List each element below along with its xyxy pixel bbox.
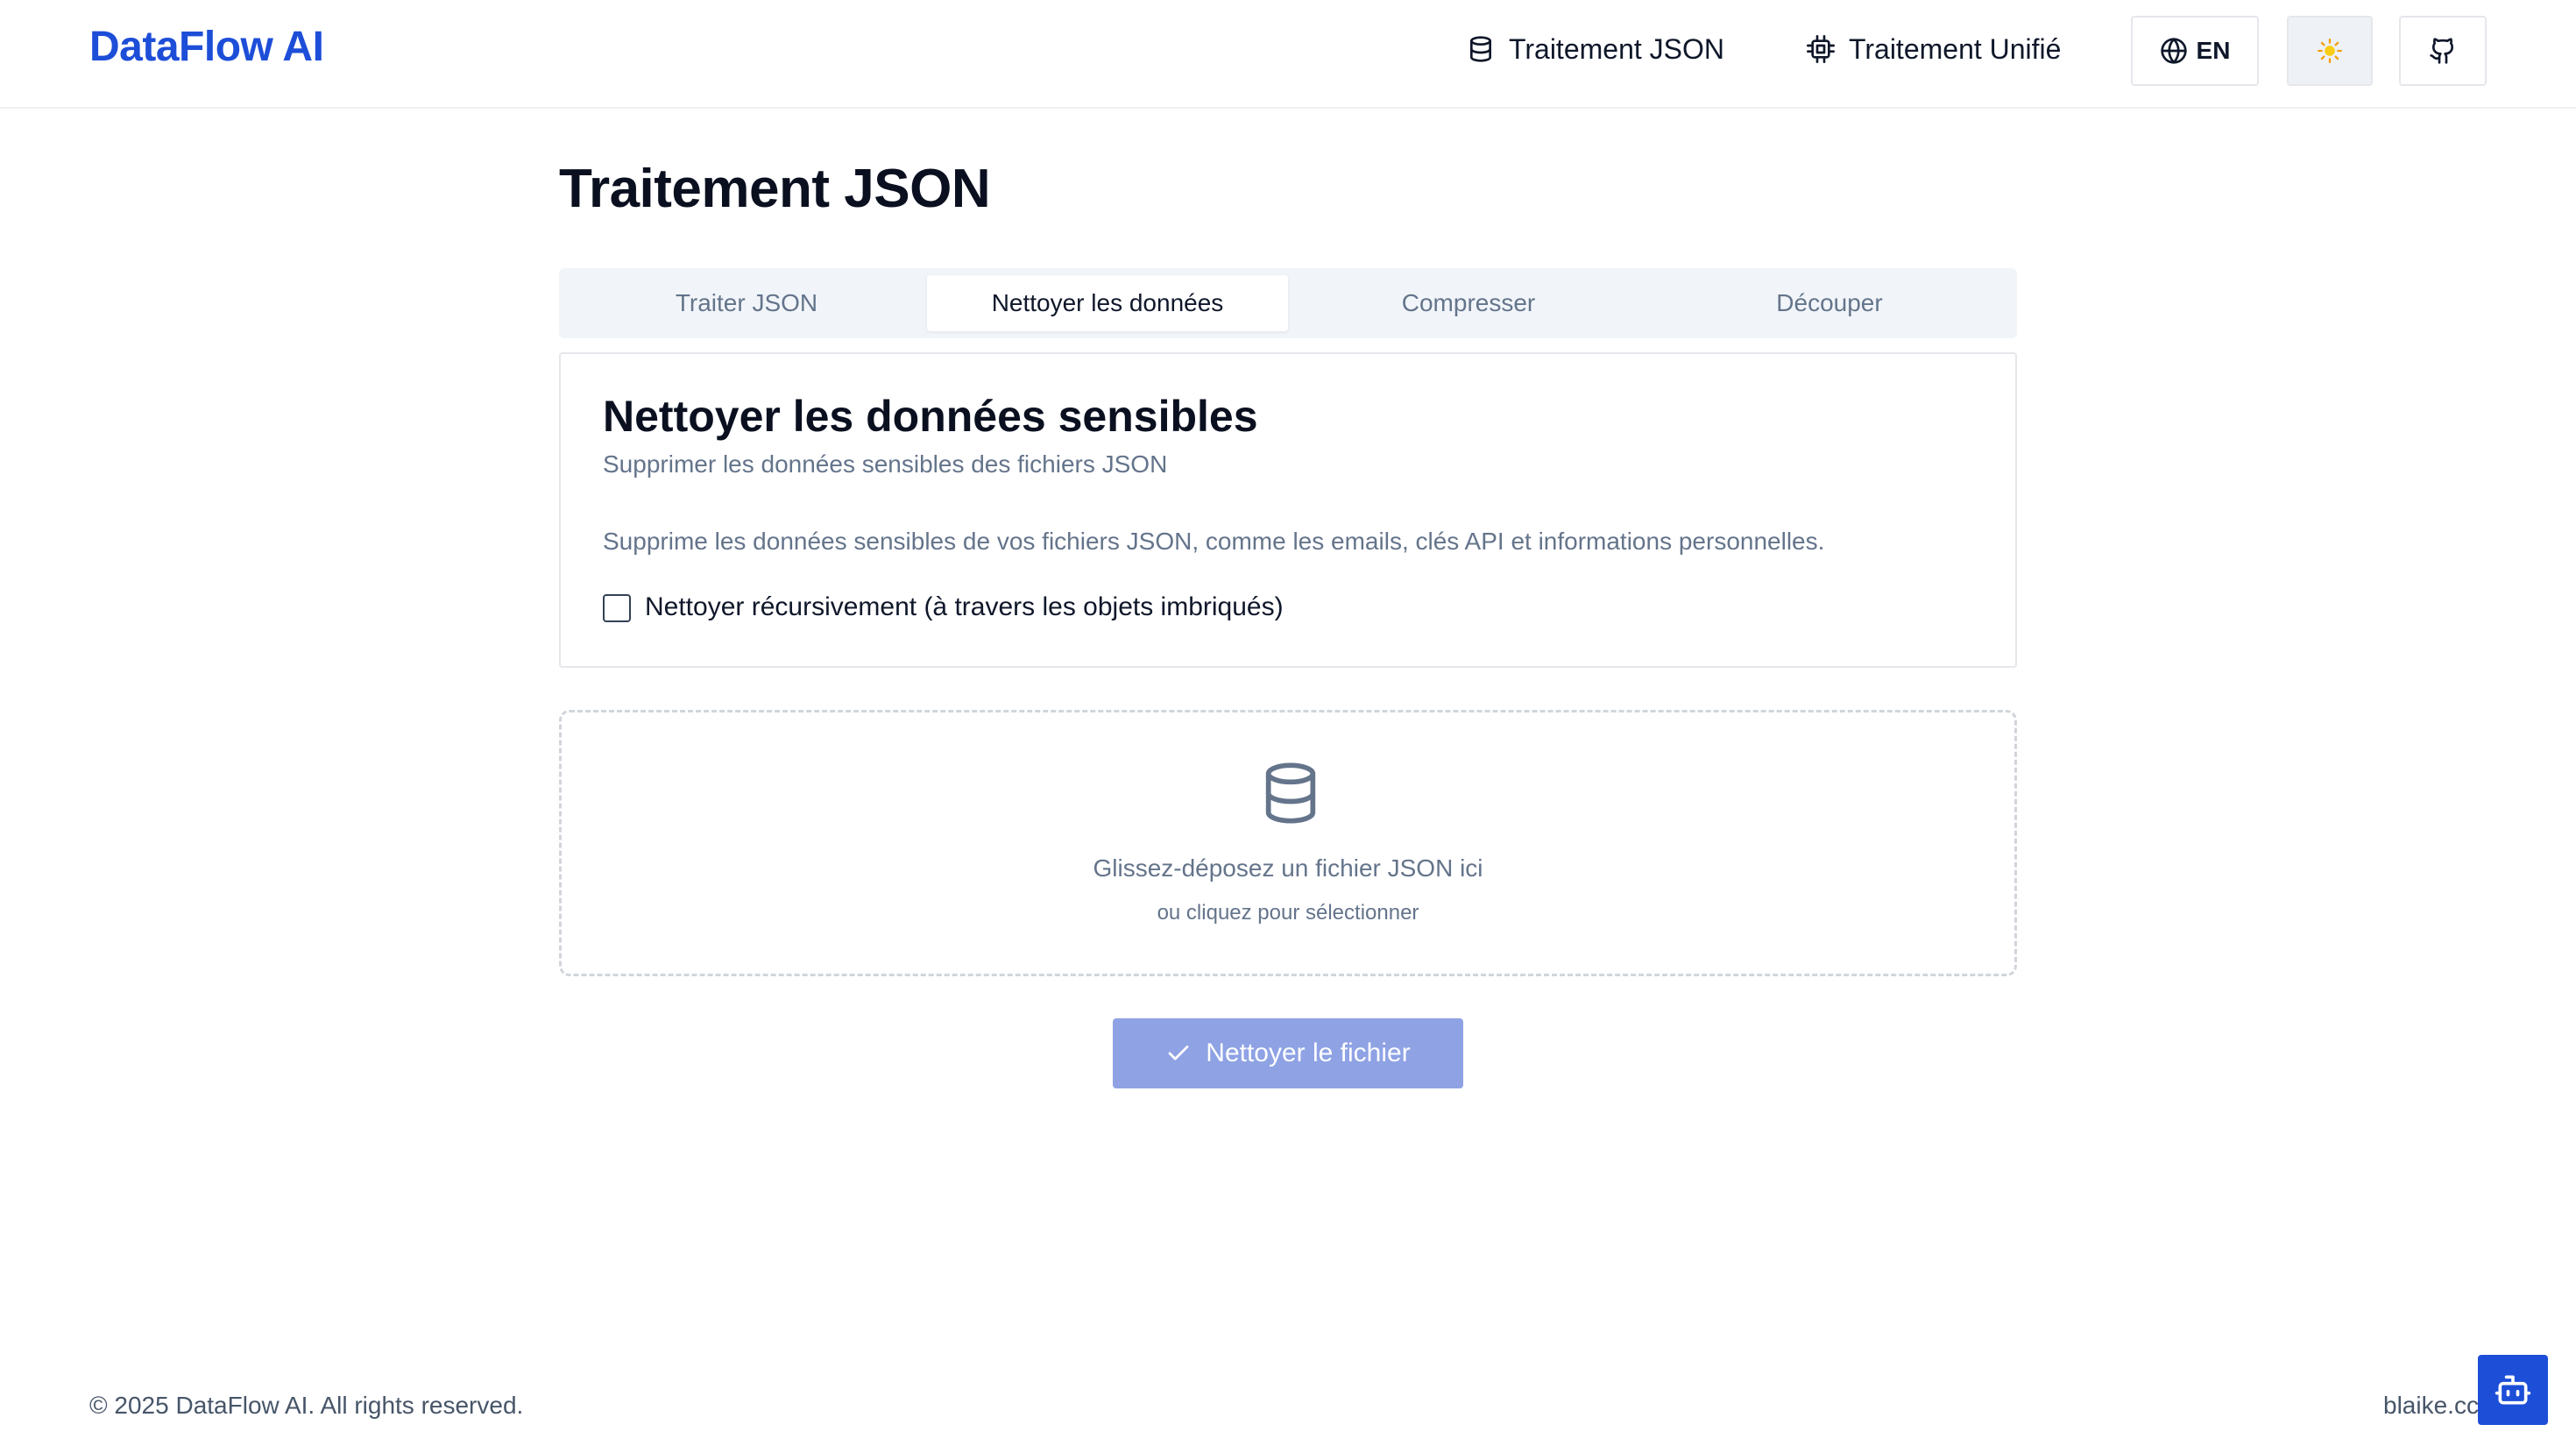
cpu-chip-icon [1807, 35, 1835, 63]
language-label: EN [2196, 37, 2231, 64]
dropzone-sub-text: ou cliquez pour sélectionner [1157, 901, 1419, 925]
language-button[interactable]: EN [2131, 16, 2259, 86]
globe-icon [2160, 38, 2187, 64]
clean-settings-card: Nettoyer les données sensibles Supprimer… [559, 352, 2017, 668]
database-icon [1265, 762, 1316, 824]
app-logo[interactable]: DataFlow AI [89, 21, 324, 74]
tab-compresser[interactable]: Compresser [1288, 275, 1649, 331]
nav-traitement-json[interactable]: Traitement JSON [1467, 23, 1724, 75]
footer-copyright: © 2025 DataFlow AI. All rights reserved. [89, 1392, 524, 1419]
nav-traitement-unifie-label: Traitement Unifié [1849, 32, 2062, 65]
sun-icon [2318, 39, 2342, 63]
clean-file-button[interactable]: Nettoyer le fichier [1113, 1018, 1463, 1088]
nav-traitement-json-label: Traitement JSON [1509, 32, 1724, 65]
tab-nettoyer-donnees[interactable]: Nettoyer les données [927, 275, 1288, 331]
clean-file-button-label: Nettoyer le fichier [1206, 1038, 1411, 1067]
footer-link[interactable]: blaike.cc [2383, 1390, 2479, 1421]
card-subtitle: Supprimer les données sensibles des fich… [603, 450, 1168, 478]
chatbot-button[interactable] [2478, 1355, 2548, 1425]
card-title: Nettoyer les données sensibles [603, 392, 1258, 441]
nav-traitement-unifie[interactable]: Traitement Unifié [1807, 23, 2061, 75]
card-description: Supprime les données sensibles de vos fi… [603, 528, 1825, 555]
theme-toggle-button[interactable] [2287, 16, 2373, 86]
tab-decouper[interactable]: Découper [1649, 275, 2010, 331]
recursive-checkbox-label[interactable]: Nettoyer récursivement (à travers les ob… [645, 591, 1284, 624]
bot-icon [2495, 1375, 2531, 1405]
database-icon [1470, 36, 1491, 62]
recursive-checkbox[interactable] [603, 594, 631, 622]
top-header: DataFlow AI Traitement JSON Traitement U… [0, 0, 2576, 109]
tab-bar: Traiter JSON Nettoyer les données Compre… [559, 268, 2017, 338]
check-icon [1168, 1045, 1189, 1060]
github-button[interactable] [2399, 16, 2487, 86]
dropzone-main-text: Glissez-déposez un fichier JSON ici [1093, 854, 1483, 882]
page-title: Traitement JSON [559, 159, 991, 219]
tab-traiter-json[interactable]: Traiter JSON [566, 275, 927, 331]
github-icon [2430, 38, 2454, 64]
file-dropzone[interactable]: Glissez-déposez un fichier JSON ici ou c… [559, 710, 2017, 976]
